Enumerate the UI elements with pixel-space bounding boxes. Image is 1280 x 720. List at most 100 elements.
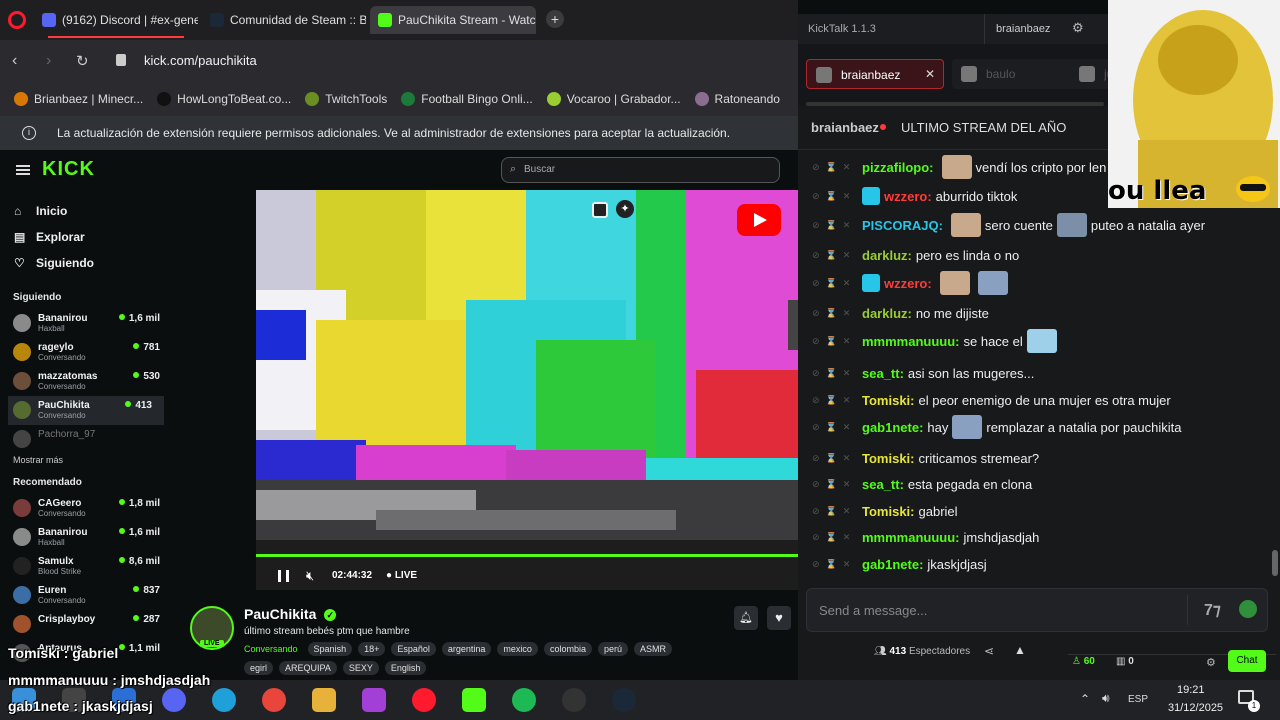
stream-tag[interactable]: SEXY bbox=[342, 661, 379, 675]
chat-username[interactable]: PISCORAJQ: bbox=[862, 218, 943, 233]
mod-tools-icon[interactable]: ⊘⌛✕ bbox=[798, 278, 862, 289]
settings-gear-icon[interactable]: ⚙ bbox=[1072, 20, 1084, 36]
chat-emote[interactable] bbox=[977, 271, 1008, 295]
nav-siguiendo[interactable]: ♡ Siguiendo bbox=[0, 250, 172, 276]
progress-track[interactable] bbox=[256, 554, 798, 557]
stream-tag[interactable]: ASMR bbox=[633, 642, 672, 656]
mute-icon[interactable]: 🔇︎ bbox=[306, 568, 314, 584]
mod-tools-icon[interactable]: ⊘⌛✕ bbox=[798, 220, 862, 231]
chat-scrollbar[interactable] bbox=[1272, 550, 1278, 576]
channel-tab-ju[interactable]: ju bbox=[1070, 59, 1110, 89]
chat-username[interactable]: Tomiski: bbox=[862, 451, 915, 466]
follow-heart-icon[interactable]: ♥ bbox=[767, 606, 791, 630]
chat-username[interactable]: sea_tt: bbox=[862, 366, 904, 381]
chat-username[interactable]: gab1nete: bbox=[862, 420, 923, 435]
sidebar-channel[interactable]: Samulx Blood Strike 8,6 mil bbox=[0, 552, 172, 581]
chat-username[interactable]: Tomiski: bbox=[862, 393, 915, 408]
chat-emote[interactable] bbox=[950, 213, 981, 237]
chat-username[interactable]: mmmmanuuuu: bbox=[862, 334, 960, 349]
streamer-name[interactable]: PauChikita ✓ bbox=[244, 606, 337, 622]
browser-tab[interactable]: PauChikita Stream - Watc bbox=[370, 6, 536, 34]
stream-tag[interactable]: egirl bbox=[244, 661, 274, 675]
kick-logo[interactable]: KICK bbox=[42, 158, 95, 181]
back-icon[interactable]: ‹ bbox=[12, 52, 17, 70]
mod-tools-icon[interactable]: ⊘⌛✕ bbox=[798, 395, 862, 406]
browser-tab[interactable]: (9162) Discord | #ex-gene bbox=[34, 6, 198, 34]
bookmark-item[interactable]: Ratoneando bbox=[694, 92, 780, 106]
mod-tools-icon[interactable]: ⊘⌛✕ bbox=[798, 453, 862, 464]
chat-username[interactable]: pizzafilopo: bbox=[862, 160, 934, 175]
mod-tools-icon[interactable]: ⊘⌛✕ bbox=[798, 162, 862, 173]
clip-icon[interactable] bbox=[592, 202, 608, 218]
clock-time[interactable]: 19:21 bbox=[1177, 684, 1205, 696]
close-tab-icon[interactable]: ✕ bbox=[925, 67, 935, 81]
forward-icon[interactable]: › bbox=[46, 52, 51, 70]
pause-icon[interactable] bbox=[278, 570, 289, 582]
obs-icon[interactable] bbox=[562, 688, 586, 712]
chat-username[interactable]: gab1nete: bbox=[862, 557, 923, 572]
stream-tag[interactable]: argentina bbox=[441, 642, 492, 656]
sparkle-icon[interactable]: ✦ bbox=[616, 200, 634, 218]
chat-username[interactable]: wzzero: bbox=[884, 189, 932, 204]
kick-icon[interactable] bbox=[462, 688, 486, 712]
sidebar-channel[interactable]: mazzatomas Conversando 530 bbox=[0, 367, 172, 396]
sidebar-channel[interactable]: CAGeero Conversando 1,8 mil bbox=[0, 494, 172, 523]
opera-logo-icon[interactable] bbox=[8, 11, 26, 29]
chat-button[interactable]: Chat bbox=[1228, 650, 1266, 672]
chat-username[interactable]: darkluz: bbox=[862, 306, 912, 321]
stream-tag[interactable]: Español bbox=[391, 642, 436, 656]
stream-tag[interactable]: English bbox=[384, 661, 427, 675]
chat-emote[interactable] bbox=[952, 415, 983, 439]
share-icon[interactable]: ⋖ bbox=[984, 644, 994, 658]
sidebar-channel[interactable]: Crisplayboy 287 bbox=[0, 610, 172, 639]
stream-tag[interactable]: mexico bbox=[497, 642, 538, 656]
stream-tag[interactable]: 18+ bbox=[358, 642, 386, 656]
bookmark-item[interactable]: Brianbaez | Minecr... bbox=[14, 92, 143, 106]
search-input[interactable]: ⌕ Buscar bbox=[501, 157, 780, 183]
bell-icon[interactable]: 🔔︎ bbox=[734, 606, 758, 630]
steam-icon[interactable] bbox=[612, 688, 636, 712]
mod-tools-icon[interactable]: ⊘⌛✕ bbox=[798, 532, 862, 543]
edge-icon[interactable] bbox=[212, 688, 236, 712]
volume-icon[interactable]: 🔊︎ bbox=[1102, 691, 1110, 706]
sidebar-channel[interactable]: PauChikita Conversando 413 bbox=[8, 396, 164, 425]
mod-tools-icon[interactable]: ⊘⌛✕ bbox=[798, 559, 862, 570]
stream-tag[interactable]: AREQUIPA bbox=[279, 661, 337, 675]
show-more-link[interactable]: Mostrar más bbox=[0, 455, 172, 465]
discord-icon[interactable] bbox=[162, 688, 186, 712]
sidebar-channel[interactable]: Bananirou Haxball 1,6 mil bbox=[0, 523, 172, 552]
nav-inicio[interactable]: ⌂ Inicio bbox=[0, 198, 172, 224]
chat-emote[interactable] bbox=[939, 271, 970, 295]
menu-icon[interactable] bbox=[16, 165, 30, 175]
offline-channel[interactable]: Pachorra_97 bbox=[0, 425, 172, 451]
opera-icon[interactable] bbox=[412, 688, 436, 712]
stream-tag[interactable]: Spanish bbox=[307, 642, 353, 656]
language-indicator[interactable]: ESP bbox=[1128, 694, 1148, 705]
category-link[interactable]: Conversando bbox=[244, 642, 298, 656]
chat-username[interactable]: sea_tt: bbox=[862, 477, 904, 492]
sidebar-channel[interactable]: Euren Conversando 837 bbox=[0, 581, 172, 610]
nav-explorar[interactable]: ▤ Explorar bbox=[0, 224, 172, 250]
chat-username[interactable]: darkluz: bbox=[862, 248, 912, 263]
mod-tools-icon[interactable]: ⊘⌛✕ bbox=[798, 368, 862, 379]
file-explorer-icon[interactable] bbox=[312, 688, 336, 712]
spotify-icon[interactable] bbox=[512, 688, 536, 712]
chat-settings-icon[interactable]: ⚙ bbox=[1206, 656, 1216, 669]
browser-tab[interactable]: Comunidad de Steam :: Br bbox=[202, 6, 366, 34]
clock-date[interactable]: 31/12/2025 bbox=[1168, 702, 1223, 714]
kick-emote-icon[interactable] bbox=[1239, 600, 1257, 618]
mod-tools-icon[interactable]: ⊘⌛✕ bbox=[798, 336, 862, 347]
stream-tag[interactable]: colombia bbox=[543, 642, 592, 656]
stream-header-user[interactable]: braianbaez bbox=[811, 120, 879, 135]
mod-tools-icon[interactable]: ⊘⌛✕ bbox=[798, 250, 862, 261]
sidebar-channel[interactable]: rageylo Conversando 781 bbox=[0, 338, 172, 367]
chat-username[interactable]: wzzero: bbox=[884, 276, 932, 291]
warning-icon[interactable]: ▲ bbox=[1014, 643, 1026, 657]
chat-emote[interactable] bbox=[941, 155, 972, 179]
current-user[interactable]: braianbaez bbox=[996, 23, 1050, 35]
mod-tools-icon[interactable]: ⊘⌛✕ bbox=[798, 506, 862, 517]
chat-emote[interactable] bbox=[1026, 329, 1057, 353]
7tv-emote-icon[interactable]: 7⁊ bbox=[1204, 600, 1221, 620]
message-input[interactable]: Send a message... 7⁊ bbox=[806, 588, 1268, 632]
bookmark-item[interactable]: Vocaroo | Grabador... bbox=[546, 92, 681, 106]
